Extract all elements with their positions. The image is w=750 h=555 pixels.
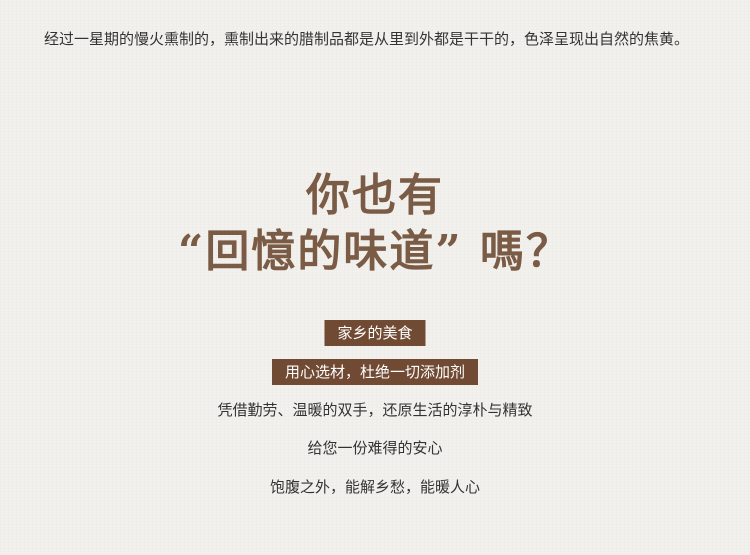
feature-line-2: 给您一份难得的安心	[307, 439, 443, 457]
feature-line-3: 饱腹之外，能解乡愁，能暖人心	[269, 478, 480, 496]
tag-hometown-food: 家乡的美食	[324, 320, 426, 346]
tag-no-additives: 用心选材，杜绝一切添加剂	[271, 359, 479, 385]
headline-line-1: 你也有	[306, 170, 444, 221]
headline: 你也有 “回憶的味道” 嗎？	[0, 168, 750, 280]
feature-line-1: 凭借勤劳、温暖的双手，还原生活的淳朴与精致	[217, 401, 533, 419]
headline-line-2: “回憶的味道” 嗎？	[178, 226, 572, 277]
intro-paragraph: 经过一星期的慢火熏制的，熏制出来的腊制品都是从里到外都是干干的，色泽呈现出自然的…	[44, 30, 690, 48]
